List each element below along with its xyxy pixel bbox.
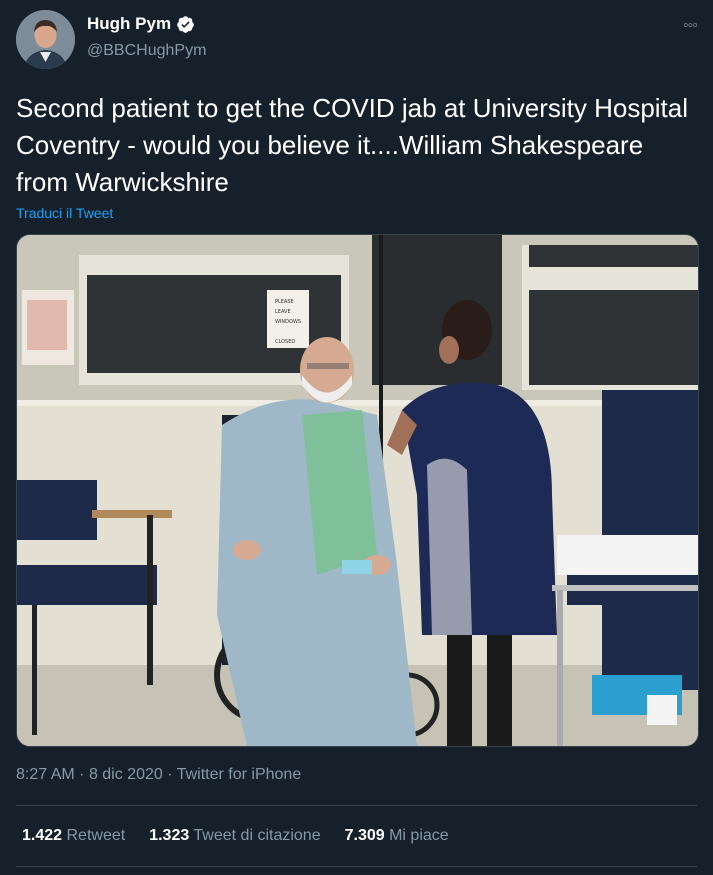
divider xyxy=(16,805,697,806)
avatar[interactable] xyxy=(16,10,75,69)
sign-line: PLEASE xyxy=(275,299,294,305)
stat-label: Retweet xyxy=(66,827,126,844)
stat-value: 1.422 xyxy=(22,827,63,844)
ellipsis-icon[interactable]: ◦◦◦ xyxy=(683,17,698,35)
tweet-date[interactable]: 8 dic 2020 xyxy=(89,766,163,783)
stat-value: 7.309 xyxy=(344,827,385,844)
author-handle[interactable]: @BBCHughPym xyxy=(87,42,206,60)
author-name[interactable]: Hugh Pym xyxy=(87,14,171,34)
like-count[interactable]: 7.309 Mi piace xyxy=(345,827,449,845)
tweet-text: Second patient to get the COVID jab at U… xyxy=(16,93,689,197)
author-name-row[interactable]: Hugh Pym xyxy=(87,14,195,34)
meta-separator: · xyxy=(79,766,85,783)
tweet-time[interactable]: 8:27 AM xyxy=(16,766,75,783)
sign-line: CLOSED xyxy=(275,339,295,345)
window-sign: PLEASE LEAVE WINDOWS CLOSED xyxy=(267,290,309,348)
quote-tweet-count[interactable]: 1.323 Tweet di citazione xyxy=(149,827,320,845)
tweet-meta: 8:27 AM · 8 dic 2020 · Twitter for iPhon… xyxy=(16,766,301,784)
stat-label: Mi piace xyxy=(389,827,449,844)
stat-label: Tweet di citazione xyxy=(193,827,321,844)
verified-badge-icon xyxy=(177,15,194,33)
sign-line: LEAVE xyxy=(275,309,291,315)
retweet-count[interactable]: 1.422 Retweet xyxy=(22,827,125,845)
tweet-stats: 1.422 Retweet 1.323 Tweet di citazione 7… xyxy=(22,827,449,845)
sign-line: WINDOWS xyxy=(275,319,301,325)
meta-separator: · xyxy=(167,766,173,783)
translate-link[interactable]: Traduci il Tweet xyxy=(16,205,113,221)
divider xyxy=(16,866,697,867)
tweet-photo[interactable]: PLEASE LEAVE WINDOWS CLOSED xyxy=(16,234,699,747)
tweet-source[interactable]: Twitter for iPhone xyxy=(177,766,302,783)
stat-value: 1.323 xyxy=(149,827,190,844)
